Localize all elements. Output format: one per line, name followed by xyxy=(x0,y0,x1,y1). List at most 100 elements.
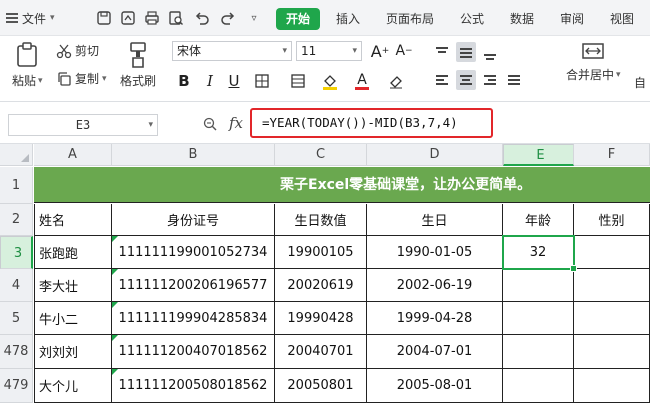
align-top-icon[interactable] xyxy=(432,42,452,62)
merge-center-button[interactable]: 合并居中 ▾ xyxy=(566,42,621,83)
row-header-1[interactable]: 1 xyxy=(0,167,33,204)
table-cell[interactable] xyxy=(503,302,574,335)
eraser-icon[interactable] xyxy=(386,70,406,92)
table-cell[interactable]: 2005-08-01 xyxy=(367,369,503,403)
header-cell-id[interactable]: 身份证号 xyxy=(112,204,275,236)
decrease-font-icon[interactable]: A − xyxy=(394,40,414,62)
table-cell[interactable]: 张跑跑 xyxy=(34,236,112,269)
italic-button[interactable]: I xyxy=(200,70,220,92)
table-cell[interactable]: 刘刘刘 xyxy=(34,335,112,369)
tab-insert[interactable]: 插入 xyxy=(328,8,368,30)
row-header-4[interactable]: 4 xyxy=(0,269,33,302)
merge-center-label: 合并居中 xyxy=(566,68,615,82)
table-cell[interactable]: 111111199904285834 xyxy=(112,302,275,335)
font-size-value: 11 xyxy=(301,44,317,58)
underline-button[interactable]: U xyxy=(224,70,244,92)
column-header-f[interactable]: F xyxy=(574,144,650,166)
merge-cells-icon[interactable] xyxy=(288,70,308,92)
table-cell[interactable] xyxy=(574,335,650,369)
table-cell[interactable]: 牛小二 xyxy=(34,302,112,335)
align-left-icon[interactable] xyxy=(432,70,452,90)
table-cell[interactable]: 20020619 xyxy=(275,269,367,302)
table-cell[interactable]: 111111200508018562 xyxy=(112,369,275,403)
file-menu[interactable]: 文件 ▾ xyxy=(6,8,55,28)
column-header-d[interactable]: D xyxy=(367,144,503,166)
font-size-select[interactable]: 11 ▾ xyxy=(296,41,362,61)
format-painter-label: 格式刷 xyxy=(120,74,157,88)
undo-icon[interactable] xyxy=(192,8,212,28)
align-middle-icon[interactable] xyxy=(456,42,476,62)
row-header-3[interactable]: 3 xyxy=(0,236,33,269)
header-cell-birthday[interactable]: 生日 xyxy=(367,204,503,236)
fill-color-icon[interactable] xyxy=(320,70,340,92)
tab-home[interactable]: 开始 xyxy=(276,8,320,30)
tab-view[interactable]: 视图 xyxy=(602,8,642,30)
table-cell[interactable]: 111111199001052734 xyxy=(112,236,275,269)
table-cell[interactable]: 111111200206196577 xyxy=(112,269,275,302)
table-cell[interactable]: 2004-07-01 xyxy=(367,335,503,369)
table-cell[interactable]: 19990428 xyxy=(275,302,367,335)
bold-button[interactable]: B xyxy=(174,70,194,92)
redo-icon[interactable] xyxy=(218,8,238,28)
font-name-select[interactable]: 宋体 ▾ xyxy=(172,41,292,61)
table-cell[interactable]: 111111200407018562 xyxy=(112,335,275,369)
tab-formulas[interactable]: 公式 xyxy=(452,8,492,30)
header-cell-name[interactable]: 姓名 xyxy=(34,204,112,236)
table-cell[interactable] xyxy=(574,236,650,269)
print-preview-icon[interactable] xyxy=(166,8,186,28)
save-icon[interactable] xyxy=(94,8,114,28)
row-header-5[interactable]: 5 xyxy=(0,302,33,335)
borders-icon[interactable] xyxy=(252,70,272,92)
table-cell[interactable]: 大个儿 xyxy=(34,369,112,403)
align-bottom-icon[interactable] xyxy=(480,42,500,62)
name-box[interactable]: E3 ▾ xyxy=(8,114,158,136)
tab-page-layout[interactable]: 页面布局 xyxy=(378,8,442,30)
copy-button[interactable]: 复制 ▾ xyxy=(56,70,107,87)
cell-reference: E3 xyxy=(75,118,91,132)
select-all-corner[interactable] xyxy=(0,144,33,166)
row-header-2[interactable]: 2 xyxy=(0,204,33,236)
wrap-text-button[interactable]: 自 xyxy=(634,74,646,91)
export-icon[interactable] xyxy=(118,8,138,28)
cut-button[interactable]: 剪切 xyxy=(56,42,99,59)
column-header-a[interactable]: A xyxy=(34,144,112,166)
table-cell[interactable] xyxy=(503,269,574,302)
paste-button[interactable]: 粘贴 ▾ xyxy=(12,42,43,89)
tab-review[interactable]: 审阅 xyxy=(552,8,592,30)
table-cell[interactable]: 19900105 xyxy=(275,236,367,269)
banner-cell[interactable]: 栗子Excel零基础课堂，让办公更简单。 xyxy=(34,167,650,203)
table-cell[interactable] xyxy=(503,369,574,403)
table-cell[interactable]: 20050801 xyxy=(275,369,367,403)
table-cell[interactable]: 2002-06-19 xyxy=(367,269,503,302)
table-cell[interactable] xyxy=(574,302,650,335)
more-icon[interactable]: ▿ xyxy=(244,8,264,28)
formula-input[interactable]: =YEAR(TODAY())-MID(B3,7,4) xyxy=(250,108,493,138)
zoom-icon[interactable] xyxy=(203,117,217,131)
distributed-align-icon[interactable] xyxy=(504,70,524,90)
format-painter-button[interactable]: 格式刷 xyxy=(120,42,156,89)
row-header-479[interactable]: 479 xyxy=(0,369,33,403)
align-right-icon[interactable] xyxy=(480,70,500,90)
table-cell[interactable]: 32 xyxy=(503,236,574,269)
row-header-478[interactable]: 478 xyxy=(0,335,33,369)
table-cell[interactable] xyxy=(574,269,650,302)
font-color-icon[interactable]: A xyxy=(352,70,372,92)
table-cell[interactable]: 20040701 xyxy=(275,335,367,369)
align-center-icon[interactable] xyxy=(456,70,476,90)
table-cell[interactable] xyxy=(503,335,574,369)
increase-font-icon[interactable]: A + xyxy=(370,40,390,62)
tab-data[interactable]: 数据 xyxy=(502,8,542,30)
header-cell-age[interactable]: 年龄 xyxy=(503,204,574,236)
column-header-e[interactable]: E xyxy=(503,144,574,166)
table-cell[interactable] xyxy=(574,369,650,403)
column-header-c[interactable]: C xyxy=(275,144,367,166)
fx-icon[interactable]: fx xyxy=(229,114,243,132)
formula-bar: E3 ▾ fx =YEAR(TODAY())-MID(B3,7,4) xyxy=(0,104,650,144)
header-cell-gender[interactable]: 性别 xyxy=(574,204,650,236)
header-cell-birth-number[interactable]: 生日数值 xyxy=(275,204,367,236)
print-icon[interactable] xyxy=(142,8,162,28)
table-cell[interactable]: 李大壮 xyxy=(34,269,112,302)
table-cell[interactable]: 1990-01-05 xyxy=(367,236,503,269)
column-header-b[interactable]: B xyxy=(112,144,275,166)
table-cell[interactable]: 1999-04-28 xyxy=(367,302,503,335)
